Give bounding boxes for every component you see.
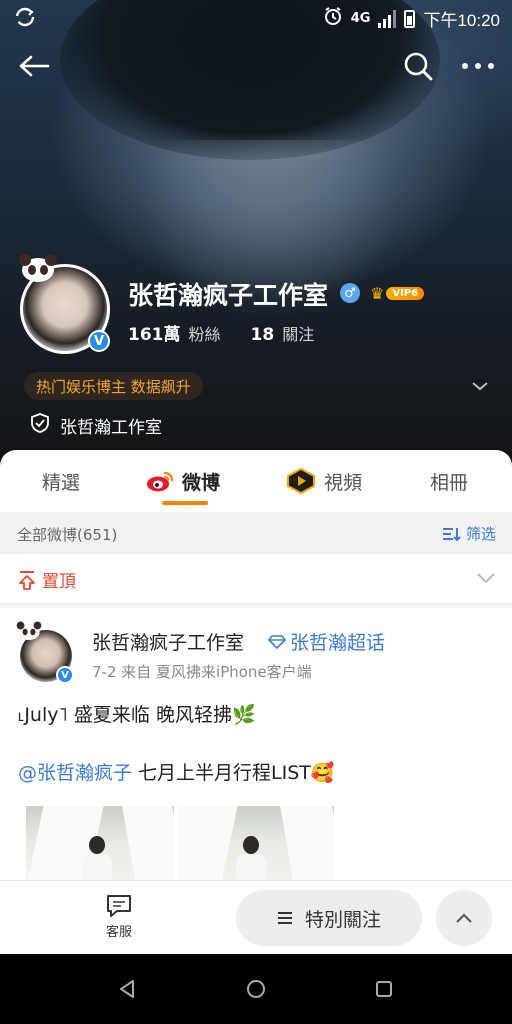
org-name: 张哲瀚工作室: [60, 418, 162, 438]
tab-featured[interactable]: 精選: [42, 464, 80, 498]
tab-albums[interactable]: 相冊: [430, 464, 468, 498]
filter-icon: [442, 527, 461, 541]
followers-label[interactable]: 粉絲: [189, 321, 221, 345]
profile-tabs: 精選 微博 視頻 相冊: [0, 450, 512, 512]
crown-icon: ♛: [370, 283, 385, 303]
nav-back-icon[interactable]: [114, 976, 140, 1002]
active-tab-indicator: [162, 501, 208, 505]
system-navigation-bar: [0, 954, 512, 1024]
post-count[interactable]: 全部微博(651): [17, 524, 117, 545]
post-text-line: @张哲瀚疯子 七月上半月行程LIST🥰: [18, 762, 335, 784]
verified-badge-icon: V: [88, 330, 110, 352]
org-verification[interactable]: 张哲瀚工作室: [30, 412, 162, 439]
diamond-icon: [268, 634, 286, 649]
video-icon: [287, 468, 315, 494]
post-meta: 7-2 来自 夏风拂来iPhone客户端: [92, 663, 312, 681]
hot-blogger-tag[interactable]: 热门娱乐博主 数据飙升: [24, 372, 203, 400]
pin-top-icon: [19, 570, 35, 590]
panda-decoration-icon: [19, 254, 57, 282]
filter-button[interactable]: 筛选: [442, 523, 496, 544]
back-arrow-icon[interactable]: [14, 46, 54, 86]
bottom-action-bar: 客服 特別關注: [0, 880, 512, 954]
pinned-post-row[interactable]: 置頂: [0, 554, 512, 604]
more-icon[interactable]: [458, 46, 498, 86]
scroll-top-button[interactable]: [436, 890, 492, 946]
nav-home-icon[interactable]: [243, 976, 269, 1002]
following-count[interactable]: 18: [251, 325, 275, 345]
post-author-name[interactable]: 张哲瀚疯子工作室: [92, 628, 244, 655]
sync-icon: [14, 6, 36, 33]
profile-header: 4G 下午10:20 V 张哲瀚疯子工作室 ♂ ♛ VIP6 161萬 粉絲 1…: [0, 0, 512, 470]
battery-icon: [404, 9, 416, 28]
followers-count[interactable]: 161萬: [128, 320, 181, 345]
alarm-icon: [323, 6, 343, 31]
vip-badge[interactable]: ♛ VIP6: [370, 283, 425, 303]
tab-weibo[interactable]: 微博: [146, 464, 220, 498]
verified-badge-icon: V: [56, 666, 74, 684]
weibo-icon: [147, 471, 174, 492]
menu-lines-icon: [277, 912, 292, 924]
pinned-label: 置頂: [42, 572, 76, 592]
supertopic-link[interactable]: 张哲瀚超话: [268, 628, 385, 655]
status-time: 下午10:20: [423, 11, 500, 30]
post-text-line: ˪July˥ 盛夏来临 晚风轻拂🌿: [18, 704, 256, 726]
chevron-up-icon: [456, 913, 472, 923]
nav-recents-icon[interactable]: [371, 976, 397, 1002]
profile-name: 张哲瀚疯子工作室: [128, 281, 329, 310]
shield-icon: [30, 412, 50, 439]
tab-videos[interactable]: 視頻: [286, 464, 362, 498]
profile-stats: 161萬 粉絲 18 關注: [128, 320, 336, 345]
chevron-down-icon[interactable]: [468, 374, 492, 398]
status-bar: 4G 下午10:20: [0, 0, 512, 34]
feed-header: 全部微博(651) 筛选: [0, 512, 512, 554]
panda-decoration-icon: [16, 621, 42, 640]
search-icon[interactable]: [398, 46, 438, 86]
mention-link[interactable]: @张哲瀚疯子: [18, 762, 132, 784]
special-follow-button[interactable]: 特別關注: [236, 890, 422, 946]
profile-avatar[interactable]: V: [18, 252, 116, 354]
chat-icon: [107, 895, 131, 917]
network-type: 4G: [350, 11, 371, 26]
chevron-down-icon[interactable]: [474, 566, 498, 590]
customer-service-button[interactable]: 客服: [96, 893, 142, 943]
male-gender-icon: ♂: [340, 283, 360, 303]
signal-icon: [378, 9, 397, 28]
following-label[interactable]: 關注: [282, 321, 314, 345]
post-author-avatar[interactable]: V: [16, 620, 76, 684]
